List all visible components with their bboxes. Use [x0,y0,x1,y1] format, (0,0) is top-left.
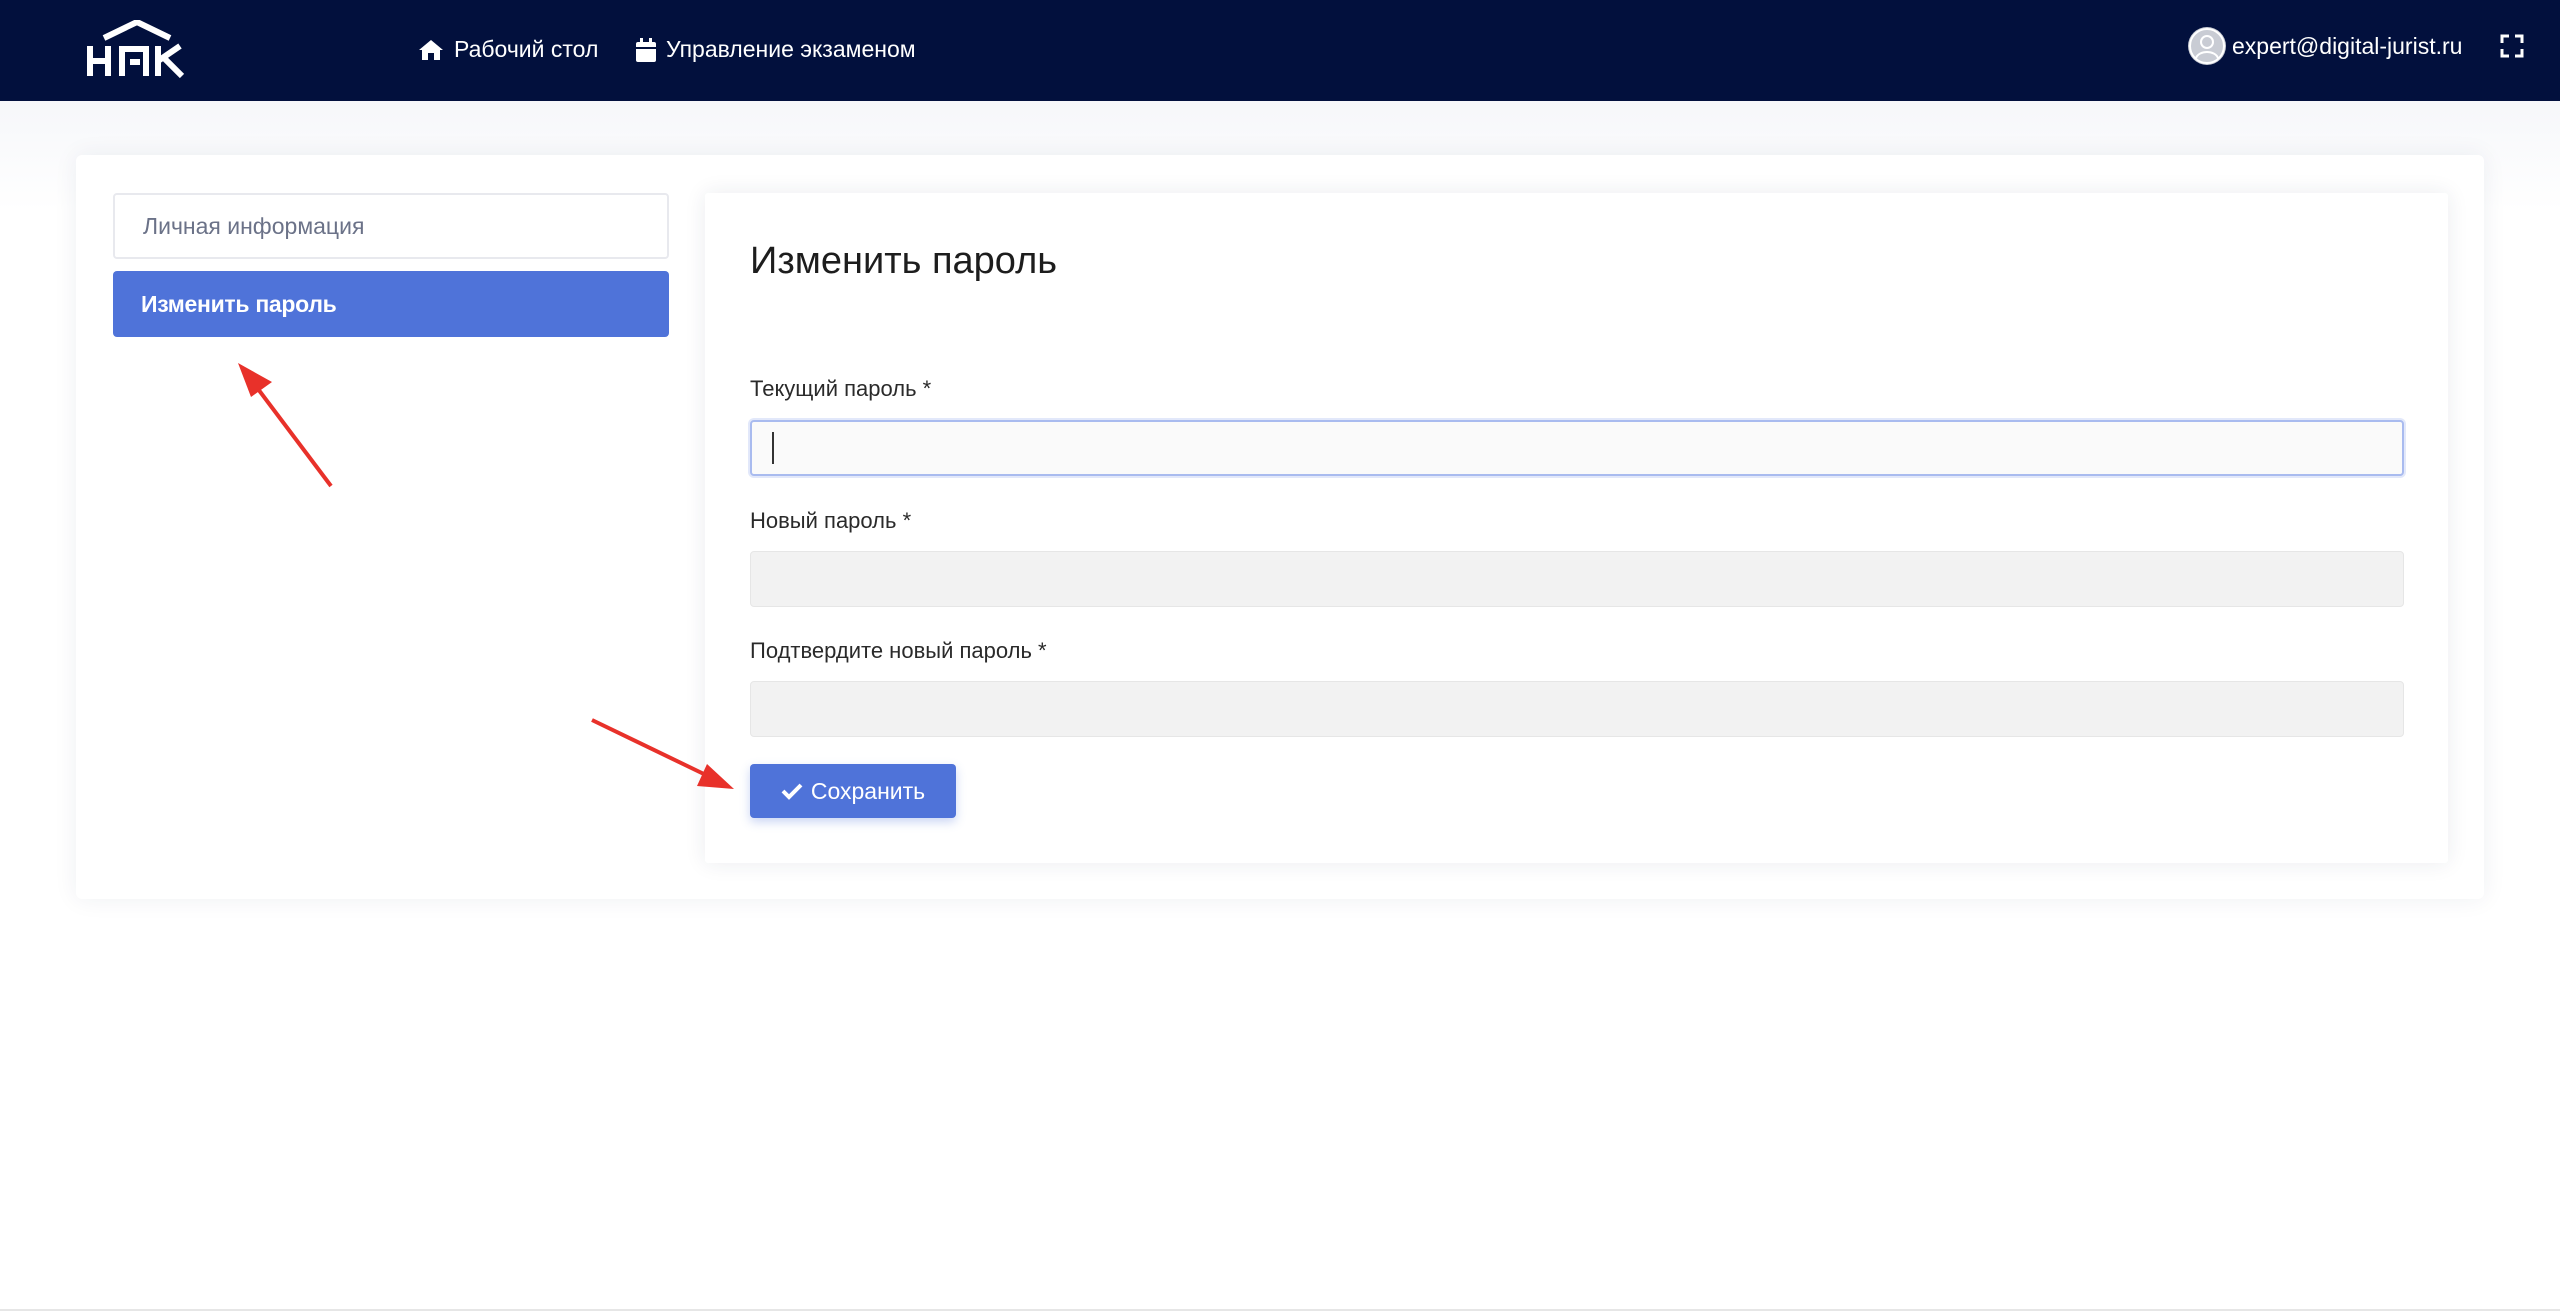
nav-exam-management-link[interactable]: Управление экзаменом [636,36,916,63]
avatar [2188,27,2226,65]
top-navbar: Рабочий стол Управление экзаменом expert… [0,0,2560,101]
check-icon [781,783,803,800]
user-icon [2189,28,2225,64]
new-password-field[interactable] [750,551,2404,607]
app-logo[interactable] [84,20,190,80]
new-password-label: Новый пароль * [750,508,912,533]
save-button[interactable]: Сохранить [750,764,956,818]
change-password-panel [705,193,2448,863]
sidebar-item-label: Изменить пароль [141,290,337,317]
sidebar-item-label: Личная информация [143,212,365,239]
sidebar-item-change-password[interactable]: Изменить пароль [113,271,669,337]
nav-exam-management-label: Управление экзаменом [666,36,916,62]
calendar-icon [636,37,656,62]
page-bottom-divider [0,1309,2560,1311]
user-email: expert@digital-jurist.ru [2232,32,2463,59]
text-cursor [772,432,774,464]
home-icon [419,39,443,60]
nav-dashboard-label: Рабочий стол [454,36,599,62]
user-menu[interactable]: expert@digital-jurist.ru [2188,27,2462,65]
panel-title: Изменить пароль [750,240,1058,282]
confirm-password-label: Подтвердите новый пароль * [750,638,1047,663]
sidebar-item-personal-info[interactable]: Личная информация [113,193,669,259]
current-password-field[interactable] [750,420,2404,476]
save-button-label: Сохранить [810,777,926,804]
fullscreen-icon[interactable] [2500,34,2524,58]
current-password-label: Текущий пароль * [750,376,932,401]
nav-dashboard-link[interactable]: Рабочий стол [418,36,598,63]
confirm-password-field[interactable] [750,681,2404,737]
